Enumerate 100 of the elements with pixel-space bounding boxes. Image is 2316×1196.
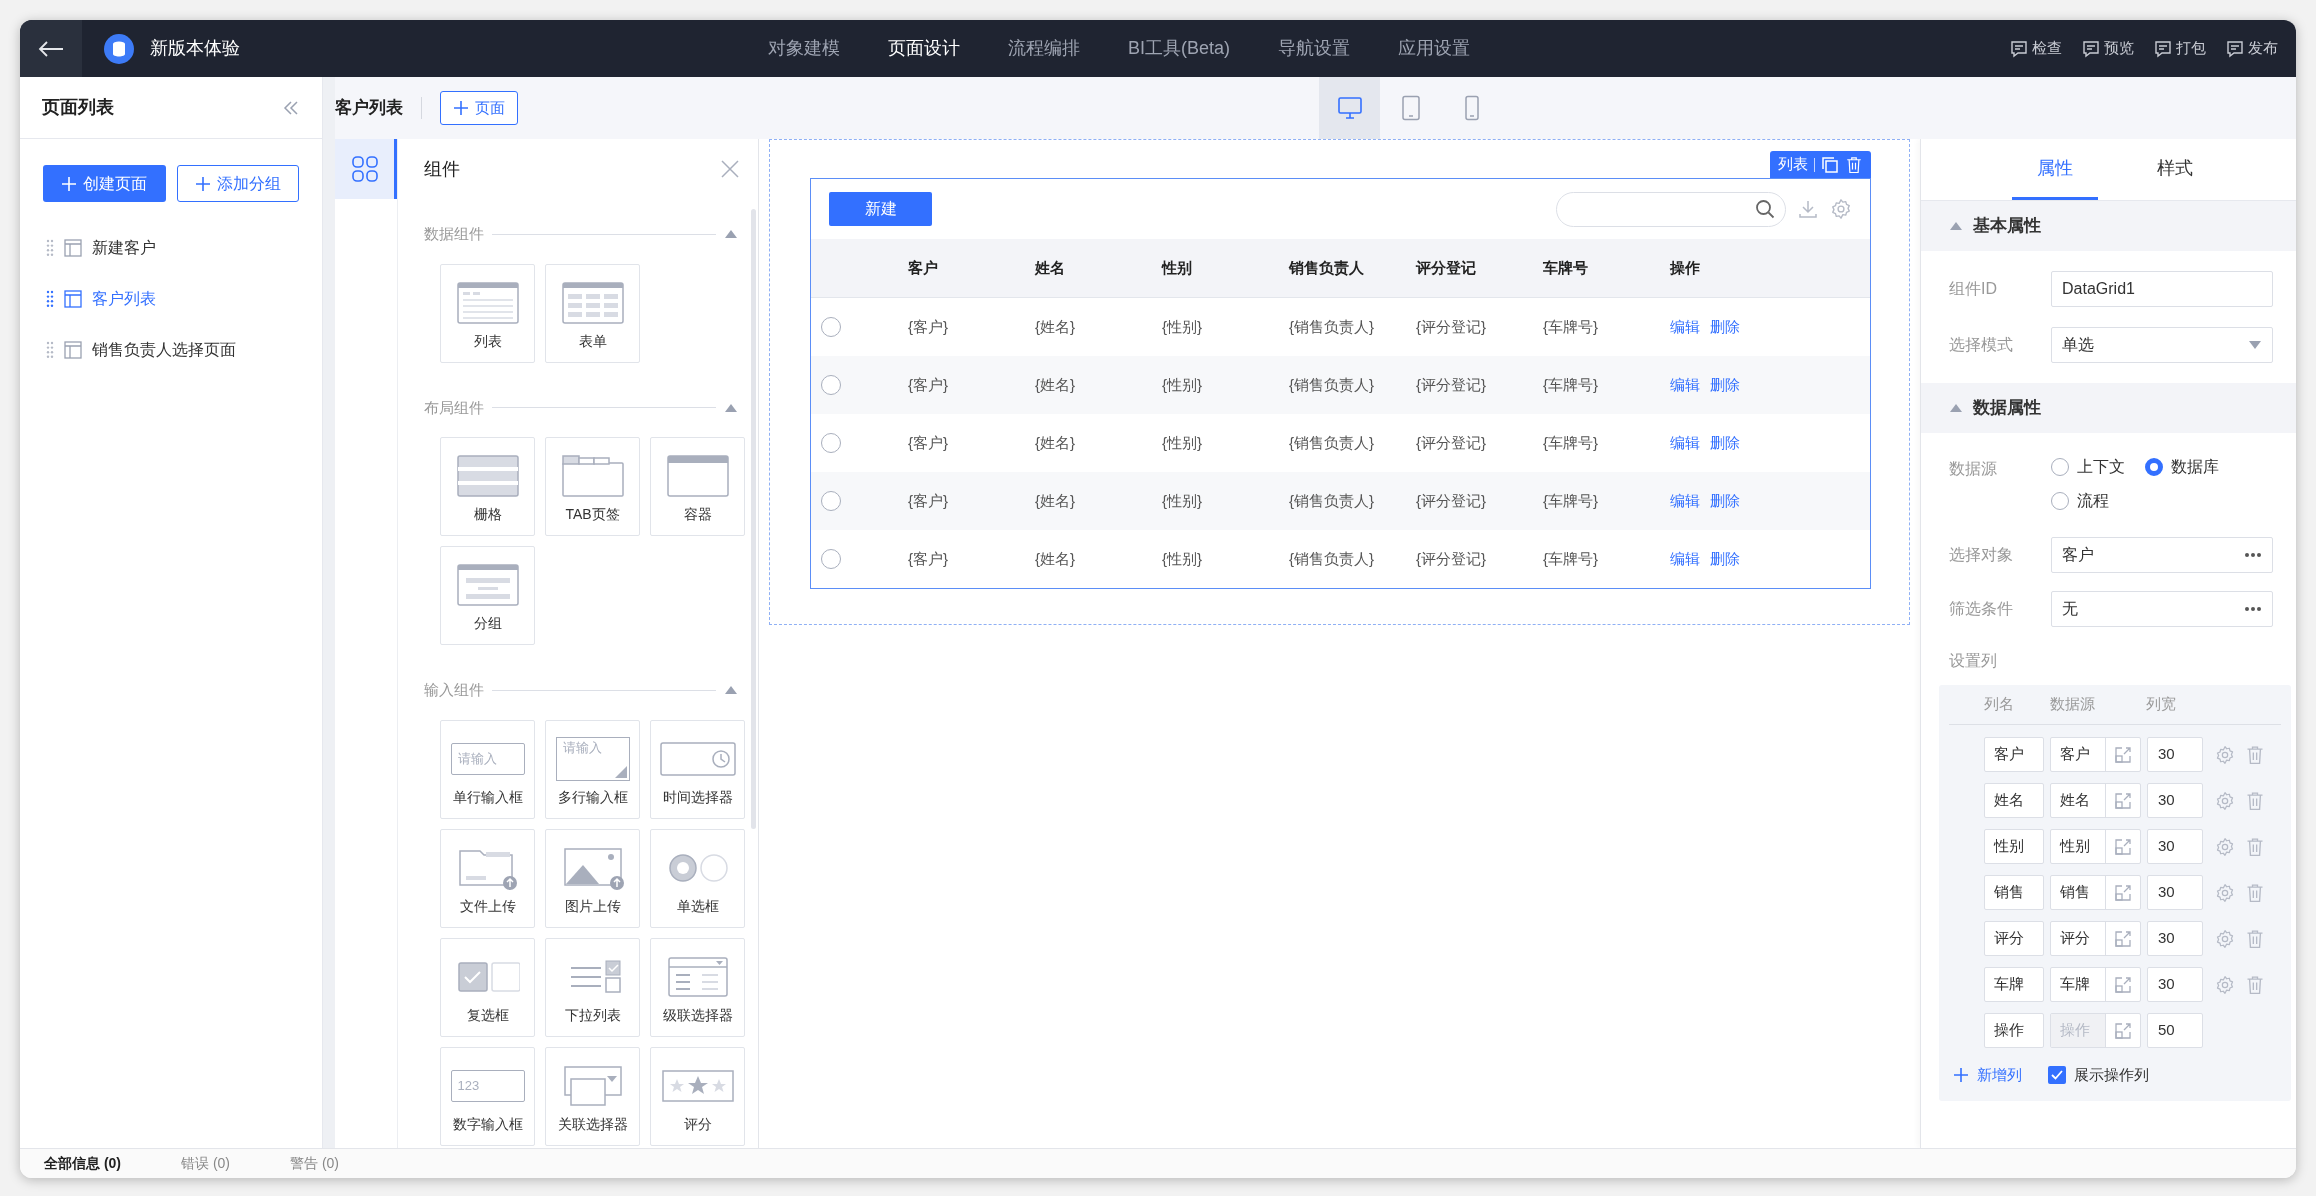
page-item[interactable]: 销售负责人选择页面 [20,324,322,375]
text-field[interactable]: DataGrid1 [2051,271,2273,307]
show-actions-checkbox[interactable]: 展示操作列 [2048,1064,2149,1087]
radio-button[interactable] [821,549,841,569]
component-tile[interactable]: TAB页签 [545,437,640,536]
action-link[interactable]: 删除 [1710,315,1740,339]
settings-icon[interactable] [2215,790,2235,811]
component-tile[interactable]: 容器 [650,437,745,536]
create-page-button[interactable]: 创建页面 [43,165,166,202]
picker-field[interactable]: 无 [2051,591,2273,627]
collapse-triangle-icon[interactable] [724,229,738,240]
toolbar-action[interactable]: 打包 [2154,37,2206,60]
component-tile[interactable]: 123 数字输入框 [440,1046,535,1146]
column-name-field[interactable]: 姓名 [1984,783,2044,818]
expand-icon[interactable] [2114,745,2132,764]
component-tile[interactable]: 复选框 [440,937,535,1037]
component-tile[interactable]: 请输入 单行输入框 [440,719,535,819]
close-icon[interactable] [720,159,740,179]
action-link[interactable]: 删除 [1710,431,1740,455]
status-tab[interactable]: 警告 (0) [290,1153,339,1174]
status-tab[interactable]: 错误 (0) [181,1153,230,1174]
download-icon[interactable] [1798,199,1818,219]
column-source-field[interactable]: 性别 [2050,829,2141,864]
checkbox[interactable] [2048,1066,2066,1085]
drag-handle-icon[interactable] [46,340,54,359]
expand-icon[interactable] [2114,883,2132,902]
delete-icon[interactable] [2245,836,2265,857]
delete-icon[interactable] [2245,882,2265,903]
section-header[interactable]: 数据属性 [1921,383,2296,433]
copy-icon[interactable] [1821,155,1839,174]
drag-handle-icon[interactable] [46,238,54,257]
radio-button[interactable] [2145,458,2163,476]
picker-field[interactable]: 客户 [2051,537,2273,573]
nav-tab[interactable]: 导航设置 [1278,35,1351,62]
expand-icon[interactable] [2114,1021,2132,1040]
column-source-field[interactable]: 客户 [2050,737,2141,772]
action-link[interactable]: 删除 [1710,489,1740,513]
action-link[interactable]: 删除 [1710,373,1740,397]
component-tile[interactable]: 时间选择器 [650,719,745,819]
device-button[interactable] [1319,77,1380,139]
component-tile[interactable]: 单选框 [650,828,745,928]
expand-icon[interactable] [2114,837,2132,856]
component-tile[interactable]: 栅格 [440,437,535,536]
action-link[interactable]: 删除 [1710,547,1740,571]
delete-icon[interactable] [2245,974,2265,995]
column-source-field[interactable]: 姓名 [2050,783,2141,818]
add-page-button[interactable]: 页面 [440,91,518,125]
column-source-field[interactable]: 评分 [2050,921,2141,956]
collapse-triangle-icon[interactable] [724,685,738,696]
nav-tab[interactable]: 页面设计 [888,35,960,62]
new-button[interactable]: 新建 [829,192,932,226]
component-tile[interactable]: 图片上传 [545,828,640,928]
nav-tab[interactable]: BI工具(Beta) [1128,35,1231,62]
toolbar-action[interactable]: 检查 [2010,37,2062,60]
radio-button[interactable] [821,375,841,395]
delete-icon[interactable] [2245,790,2265,811]
expand-icon[interactable] [2114,975,2132,994]
component-tile[interactable]: 请输入 多行输入框 [545,719,640,819]
column-name-field[interactable]: 销售 [1984,875,2044,910]
back-button[interactable] [20,20,82,77]
component-tile[interactable]: 下拉列表 [545,937,640,1037]
column-width-field[interactable]: 30 [2147,737,2203,772]
collapse-triangle-icon[interactable] [724,402,738,413]
action-link[interactable]: 编辑 [1670,431,1700,455]
table-row[interactable]: {客户} {姓名} {性别} {销售负责人} {评分登记} {车牌号} 编辑 删除 [811,472,1870,530]
settings-icon[interactable] [2215,974,2235,995]
radio-button[interactable] [821,491,841,511]
column-name-field[interactable]: 操作 [1984,1013,2044,1048]
add-group-button[interactable]: 添加分组 [176,165,299,202]
component-tile[interactable]: 列表 [440,263,535,363]
panel-tab[interactable]: 样式 [2132,139,2218,200]
column-name-field[interactable]: 性别 [1984,829,2044,864]
nav-tab[interactable]: 流程编排 [1008,35,1080,62]
column-source-field[interactable]: 销售 [2050,875,2141,910]
component-tile[interactable]: 表单 [545,263,640,363]
component-tile[interactable]: 评分 [650,1046,745,1146]
radio-button[interactable] [821,433,841,453]
page-item[interactable]: 新建客户 [20,222,322,273]
action-link[interactable]: 编辑 [1670,547,1700,571]
toolbar-action[interactable]: 预览 [2082,37,2134,60]
component-tile[interactable]: 文件上传 [440,828,535,928]
collapse-triangle-icon[interactable] [1949,403,1963,413]
column-width-field[interactable]: 30 [2147,921,2203,956]
column-name-field[interactable]: 车牌 [1984,967,2044,1002]
settings-icon[interactable] [2215,882,2235,903]
action-link[interactable]: 编辑 [1670,373,1700,397]
nav-tab[interactable]: 对象建模 [768,35,840,62]
settings-icon[interactable] [1830,198,1852,220]
section-header[interactable]: 基本属性 [1921,201,2296,251]
radio-button[interactable] [821,317,841,337]
components-tab[interactable] [335,139,397,199]
column-width-field[interactable]: 50 [2147,1013,2203,1048]
radio-option[interactable]: 上下文 [2051,455,2125,479]
column-width-field[interactable]: 30 [2147,783,2203,818]
settings-icon[interactable] [2215,928,2235,949]
radio-option[interactable]: 流程 [2051,489,2109,513]
collapse-triangle-icon[interactable] [1949,221,1963,231]
column-name-field[interactable]: 客户 [1984,737,2044,772]
column-width-field[interactable]: 30 [2147,875,2203,910]
expand-icon[interactable] [2114,791,2132,810]
